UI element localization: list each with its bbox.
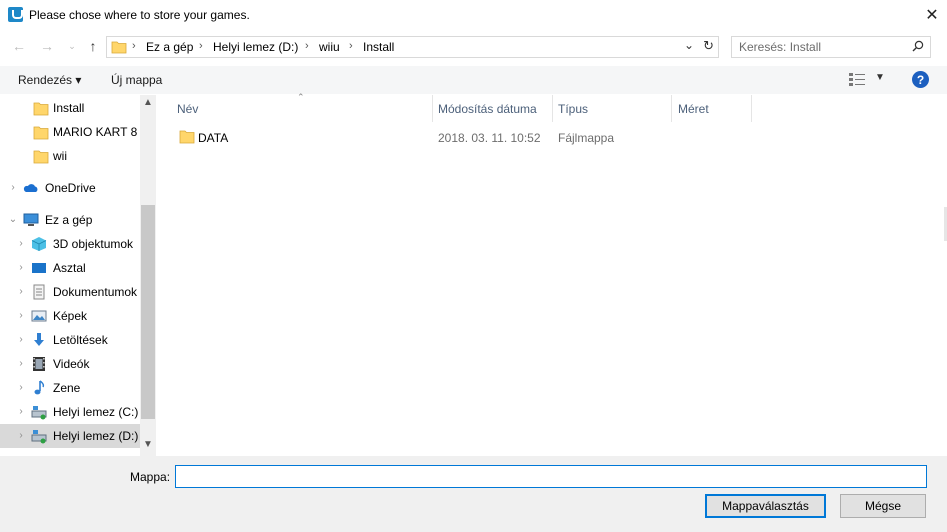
chevron-right-icon[interactable]: › xyxy=(16,238,26,249)
nav-scrollbar[interactable]: ▲ ▼ xyxy=(140,95,156,456)
nav-item-wii[interactable]: wii xyxy=(0,144,140,168)
chevron-right-icon[interactable]: › xyxy=(16,382,26,393)
nav-item-onedrive[interactable]: › OneDrive xyxy=(0,176,140,200)
scroll-down-icon[interactable]: ▼ xyxy=(140,439,156,455)
folder-input[interactable] xyxy=(175,465,927,488)
select-folder-button[interactable]: Mappaválasztás xyxy=(705,494,826,518)
breadcrumb-this-pc[interactable]: Ez a gép xyxy=(146,40,193,54)
breadcrumb-install[interactable]: Install xyxy=(363,40,394,54)
chevron-right-icon[interactable]: › xyxy=(16,286,26,297)
chevron-down-icon[interactable]: ⌄ xyxy=(8,214,18,225)
nav-item-music[interactable]: › Zene xyxy=(0,376,140,400)
breadcrumb-wiiu[interactable]: wiiu xyxy=(319,40,340,54)
organize-button[interactable]: Rendezés ▾ xyxy=(18,73,81,87)
command-toolbar: Rendezés ▾ Új mappa ▼ ? xyxy=(0,66,947,94)
chevron-right-icon[interactable]: › xyxy=(16,310,26,321)
breadcrumb-separator-icon[interactable]: › xyxy=(132,40,136,52)
close-button[interactable]: ✕ xyxy=(917,0,947,30)
folder-icon xyxy=(33,126,49,140)
breadcrumb-separator-icon[interactable]: › xyxy=(199,40,203,52)
desktop-icon xyxy=(32,263,46,273)
nav-item-desktop[interactable]: › Asztal xyxy=(0,256,140,280)
breadcrumb-separator-icon[interactable]: › xyxy=(349,40,353,52)
search-box[interactable] xyxy=(731,36,931,58)
nav-item-mario-kart[interactable]: MARIO KART 8 [ xyxy=(0,120,140,144)
computer-icon xyxy=(23,213,39,226)
address-dropdown-icon[interactable]: ⌄ xyxy=(684,38,694,52)
chevron-right-icon[interactable]: › xyxy=(16,334,26,345)
file-type: Fájlmappa xyxy=(558,131,615,145)
folder-icon xyxy=(179,130,195,144)
address-bar[interactable]: › Ez a gép › Helyi lemez (D:) › wiiu › I… xyxy=(106,36,719,58)
chevron-right-icon[interactable]: › xyxy=(16,406,26,417)
nav-item-3d-objects[interactable]: › 3D objektumok xyxy=(0,232,140,256)
drive-icon xyxy=(31,430,47,444)
folder-icon xyxy=(111,41,127,54)
nav-item-pictures[interactable]: › Képek xyxy=(0,304,140,328)
forward-arrow-icon[interactable]: → xyxy=(38,37,56,55)
nav-item-this-pc[interactable]: ⌄ Ez a gép xyxy=(0,208,140,232)
file-list: ⌃ Név Módosítás dátuma Típus Méret DATA … xyxy=(157,92,947,456)
view-dropdown-icon[interactable]: ▼ xyxy=(875,72,885,83)
chevron-right-icon[interactable]: › xyxy=(16,430,26,441)
title-bar: Please chose where to store your games. … xyxy=(0,0,947,30)
column-header-name[interactable]: Név xyxy=(171,95,433,122)
nav-item-documents[interactable]: › Dokumentumok xyxy=(0,280,140,304)
file-name: DATA xyxy=(198,131,229,145)
column-header-size[interactable]: Méret xyxy=(672,95,752,122)
search-icon[interactable] xyxy=(912,40,924,52)
nav-item-drive-d[interactable]: › Helyi lemez (D:) xyxy=(0,424,140,448)
chevron-right-icon[interactable]: › xyxy=(8,182,18,193)
video-icon xyxy=(33,357,45,371)
folder-icon xyxy=(33,102,49,116)
folder-field-label: Mappa: xyxy=(130,470,171,484)
column-header-type[interactable]: Típus xyxy=(552,95,672,122)
nav-item-downloads[interactable]: › Letöltések xyxy=(0,328,140,352)
cube-icon xyxy=(31,237,47,251)
scroll-up-icon[interactable]: ▲ xyxy=(140,97,156,113)
breadcrumb-drive-d[interactable]: Helyi lemez (D:) xyxy=(213,40,298,54)
nav-item-drive-c[interactable]: › Helyi lemez (C:) xyxy=(0,400,140,424)
chevron-right-icon[interactable]: › xyxy=(16,358,26,369)
address-row: ← → ⌄ ↑ › Ez a gép › Helyi lemez (D:) › … xyxy=(0,33,947,61)
download-icon xyxy=(34,333,44,346)
wiiu-app-icon xyxy=(8,7,23,22)
back-arrow-icon[interactable]: ← xyxy=(10,37,28,55)
cloud-icon xyxy=(23,184,38,192)
help-icon[interactable]: ? xyxy=(912,71,929,88)
document-icon xyxy=(33,284,45,300)
folder-picker-dialog: Please chose where to store your games. … xyxy=(0,0,947,532)
column-header-modified[interactable]: Módosítás dátuma xyxy=(432,95,553,122)
new-folder-button[interactable]: Új mappa xyxy=(111,73,162,87)
up-arrow-icon[interactable]: ↑ xyxy=(84,37,102,55)
dialog-footer: Mappa: Mappaválasztás Mégse xyxy=(0,456,947,532)
view-options-icon[interactable] xyxy=(849,73,865,86)
chevron-right-icon[interactable]: › xyxy=(16,262,26,273)
breadcrumb-separator-icon[interactable]: › xyxy=(305,40,309,52)
search-input[interactable] xyxy=(732,37,910,57)
nav-item-videos[interactable]: › Videók xyxy=(0,352,140,376)
refresh-icon[interactable]: ↻ xyxy=(703,38,714,54)
pictures-icon xyxy=(31,310,47,322)
file-modified: 2018. 03. 11. 10:52 xyxy=(438,131,541,145)
drive-icon xyxy=(31,406,47,420)
navigation-pane: Install MARIO KART 8 [ wii › OneDrive ⌄ … xyxy=(0,95,156,456)
recent-dropdown-icon[interactable]: ⌄ xyxy=(63,37,81,55)
folder-icon xyxy=(33,150,49,164)
nav-item-install[interactable]: Install xyxy=(0,96,140,120)
scroll-thumb[interactable] xyxy=(141,205,155,419)
music-icon xyxy=(34,380,45,395)
file-row[interactable]: DATA 2018. 03. 11. 10:52 Fájlmappa xyxy=(171,125,751,149)
cancel-button[interactable]: Mégse xyxy=(840,494,926,518)
window-title: Please chose where to store your games. xyxy=(29,8,250,22)
